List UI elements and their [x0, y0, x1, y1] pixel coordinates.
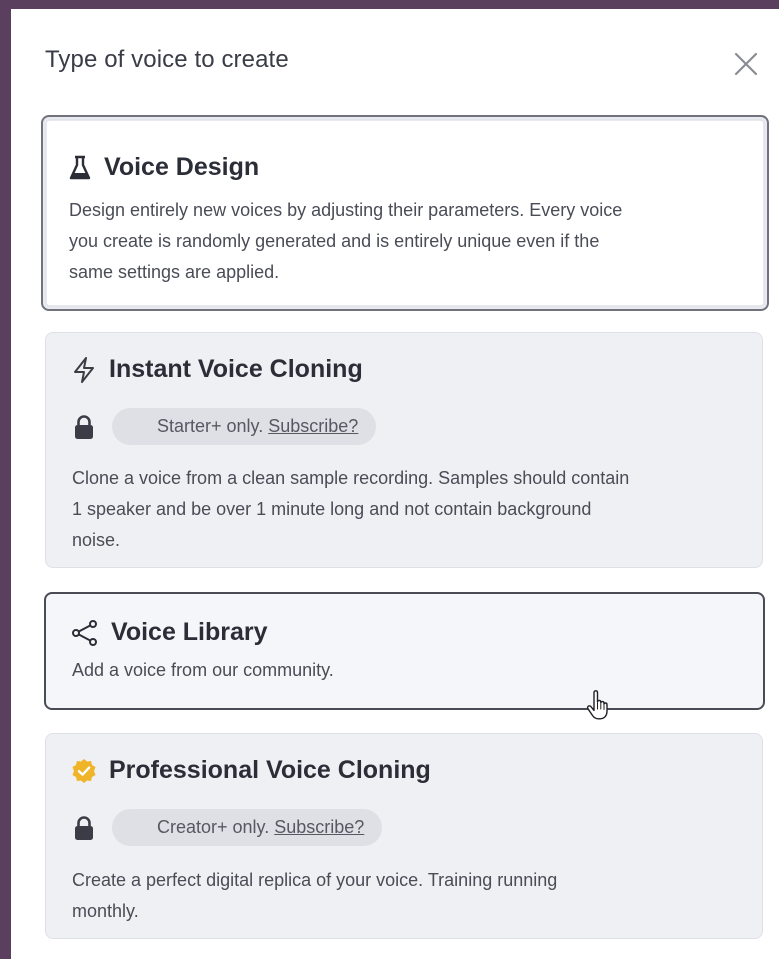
- professional-voice-cloning-option[interactable]: Professional Voice Cloning Creator+ only…: [45, 733, 763, 939]
- voice-library-option[interactable]: Voice Library Add a voice from our commu…: [44, 592, 765, 710]
- requirement-badge: Creator+ only. Subscribe?: [112, 809, 383, 846]
- instant-voice-cloning-requirement: Starter+ only. Subscribe?: [72, 408, 377, 445]
- voice-design-description: Design entirely new voices by adjusting …: [69, 200, 623, 282]
- requirement-badge: Starter+ only. Subscribe?: [112, 408, 377, 445]
- professional-voice-cloning-requirement: Creator+ only. Subscribe?: [72, 809, 383, 846]
- create-voice-dialog: Type of voice to create Voice Design Des…: [11, 9, 779, 959]
- flask-icon: [69, 155, 91, 179]
- instant-voice-cloning-option[interactable]: Instant Voice Cloning Starter+ only. Sub…: [45, 332, 763, 568]
- voice-design-title: Voice Design: [104, 153, 260, 181]
- lock-icon: [75, 414, 93, 439]
- verified-badge-icon: [72, 758, 96, 783]
- lock-icon: [75, 815, 93, 840]
- voice-library-description: Add a voice from our community.: [72, 660, 334, 680]
- voice-library-title: Voice Library: [111, 618, 268, 646]
- instant-voice-cloning-title: Instant Voice Cloning: [109, 355, 363, 383]
- subscribe-link[interactable]: Subscribe?: [268, 416, 358, 437]
- dialog-title: Type of voice to create: [45, 46, 289, 73]
- professional-voice-cloning-title: Professional Voice Cloning: [109, 756, 431, 784]
- instant-voice-cloning-description: Clone a voice from a clean sample record…: [72, 468, 630, 550]
- share-icon: [72, 619, 97, 646]
- subscribe-link[interactable]: Subscribe?: [274, 817, 364, 838]
- voice-design-option[interactable]: Voice Design Design entirely new voices …: [41, 115, 769, 311]
- close-icon[interactable]: [731, 49, 761, 79]
- professional-voice-cloning-description: Create a perfect digital replica of your…: [72, 870, 558, 921]
- lightning-icon: [74, 356, 94, 383]
- close-button[interactable]: [731, 49, 761, 79]
